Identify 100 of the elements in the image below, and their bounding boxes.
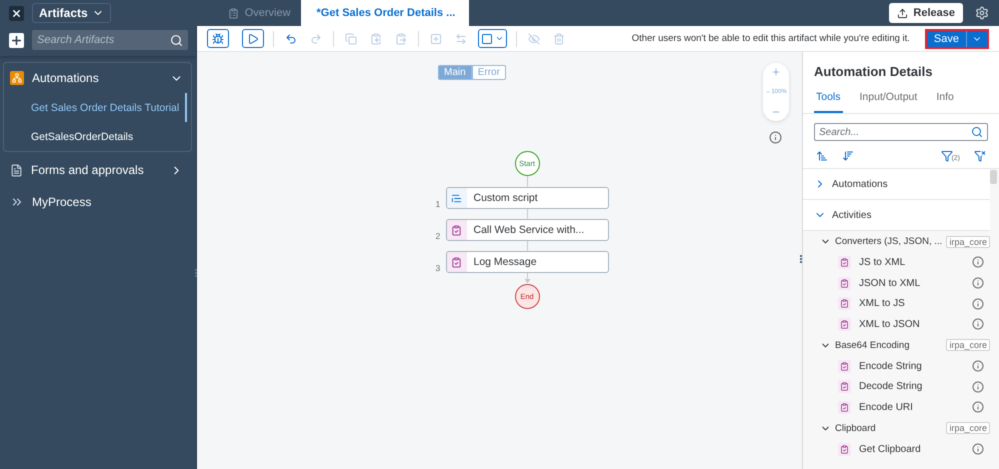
activity-item[interactable]: Encode URI (803, 397, 990, 418)
sort-descending-icon (842, 150, 854, 162)
release-button[interactable]: Release (889, 3, 963, 23)
clipboard-icon (446, 220, 466, 240)
sidebar-subitem[interactable]: GetSalesOrderDetails (4, 122, 187, 151)
run-button[interactable] (242, 29, 264, 48)
activity-item[interactable]: JSON to XML (803, 272, 990, 294)
sort-descending-button[interactable] (842, 150, 854, 162)
step-number: 1 (436, 199, 440, 209)
clipboard-icon (838, 442, 851, 456)
info-icon (972, 298, 984, 310)
script-icon (446, 188, 466, 208)
info-icon (972, 360, 984, 372)
group-header[interactable]: Converters (JS, JSON, ... irpa_core (803, 231, 990, 252)
panel-tab[interactable]: Info (934, 91, 956, 113)
info-button[interactable] (972, 380, 984, 393)
close-icon (11, 8, 22, 18)
copy-icon (345, 32, 357, 44)
section-header[interactable]: Automations (803, 169, 990, 200)
settings-button[interactable] (975, 6, 989, 20)
hidden-eye-icon (528, 32, 540, 44)
scrollbar[interactable] (990, 170, 997, 184)
close-button[interactable] (9, 6, 24, 20)
clipboard-icon (838, 297, 851, 310)
info-button[interactable] (972, 318, 984, 330)
search-icon (971, 126, 983, 138)
activity-item[interactable]: Get Clipboard (803, 438, 990, 460)
info-button[interactable] (972, 277, 984, 290)
panel-tab[interactable]: Tools (814, 91, 843, 113)
clear-filter-button[interactable] (974, 150, 986, 162)
chevron-down-icon (495, 34, 504, 43)
info-button[interactable] (972, 360, 984, 372)
plus-icon (10, 34, 23, 46)
info-button[interactable] (972, 256, 984, 268)
resize-handle[interactable] (195, 269, 197, 277)
search-icon (170, 34, 183, 47)
chevron-down-icon (765, 89, 772, 95)
bug-icon (212, 32, 224, 44)
group-header[interactable]: Base64 Encoding irpa_core (803, 334, 990, 356)
panel-title: Automation Details (813, 63, 934, 79)
clipboard-icon (838, 318, 851, 331)
activity-item[interactable]: XML to JSON (803, 314, 990, 335)
filter-icon (941, 150, 954, 162)
clipboard-icon (838, 380, 851, 394)
activity-item[interactable]: Decode String (803, 376, 990, 398)
step-node[interactable]: Call Web Service with... (446, 219, 608, 241)
step-node[interactable]: Log Message (446, 251, 608, 273)
save-button[interactable]: Save (926, 30, 966, 46)
document-icon (10, 164, 23, 176)
play-icon (247, 32, 259, 44)
search-field[interactable]: Search Artifacts (32, 30, 188, 50)
panel-tab[interactable]: Input/Output (858, 91, 920, 113)
info-button[interactable] (769, 131, 782, 144)
step-node[interactable]: Custom script (446, 187, 608, 209)
activity-item[interactable]: JS to XML (803, 252, 990, 273)
plus-icon (771, 67, 781, 77)
resize-handle[interactable] (800, 255, 802, 263)
library-tag: irpa_core (946, 422, 990, 434)
info-icon (769, 131, 782, 144)
trash-icon (553, 32, 565, 44)
add-button[interactable] (9, 32, 24, 48)
editor-tab[interactable]: *Get Sales Order Details ... (300, 0, 469, 26)
sidebar-item[interactable]: Forms and approvals (4, 155, 191, 185)
info-icon (972, 380, 984, 393)
artifacts-menu[interactable]: Artifacts (32, 3, 111, 23)
group-header[interactable]: Clipboard irpa_core (803, 418, 990, 439)
info-icon (972, 401, 984, 414)
clear-filter-icon (974, 150, 986, 162)
sidebar-subitem[interactable]: Get Sales Order Details Tutorial (4, 93, 187, 122)
edit-notice: Other users won't be able to edit this artifact while you're editing it. (632, 33, 910, 44)
filter-button[interactable] (941, 150, 954, 162)
activity-item[interactable]: Encode String (803, 356, 990, 376)
info-icon (972, 256, 984, 268)
info-icon (972, 318, 984, 330)
activity-item[interactable]: XML to JS (803, 293, 990, 314)
info-button[interactable] (972, 401, 984, 414)
sidebar-item[interactable]: Automations (4, 63, 191, 93)
clipboard-icon (446, 252, 466, 272)
clipboard-icon (838, 256, 851, 269)
selection-icon (481, 32, 493, 44)
section-header[interactable]: Activities (803, 200, 990, 231)
select-button[interactable] (478, 29, 507, 48)
step-number: 2 (436, 231, 440, 241)
search-field[interactable]: Search... (814, 123, 988, 141)
step-number: 3 (436, 263, 440, 273)
swap-icon (455, 32, 467, 44)
clipboard-icon (370, 32, 382, 44)
info-icon (972, 443, 984, 456)
upload-icon (897, 8, 908, 18)
add-square-icon (430, 32, 442, 44)
sort-ascending-button[interactable] (816, 150, 828, 162)
debug-button[interactable] (207, 29, 229, 48)
clipboard-icon (838, 276, 851, 290)
info-button[interactable] (972, 443, 984, 456)
info-button[interactable] (972, 298, 984, 310)
clipboard-icon (838, 400, 851, 414)
connector-arrow (524, 273, 530, 284)
sidebar-item[interactable]: MyProcess (4, 187, 191, 217)
clipboard-icon (228, 8, 239, 18)
undo-icon (285, 32, 297, 44)
